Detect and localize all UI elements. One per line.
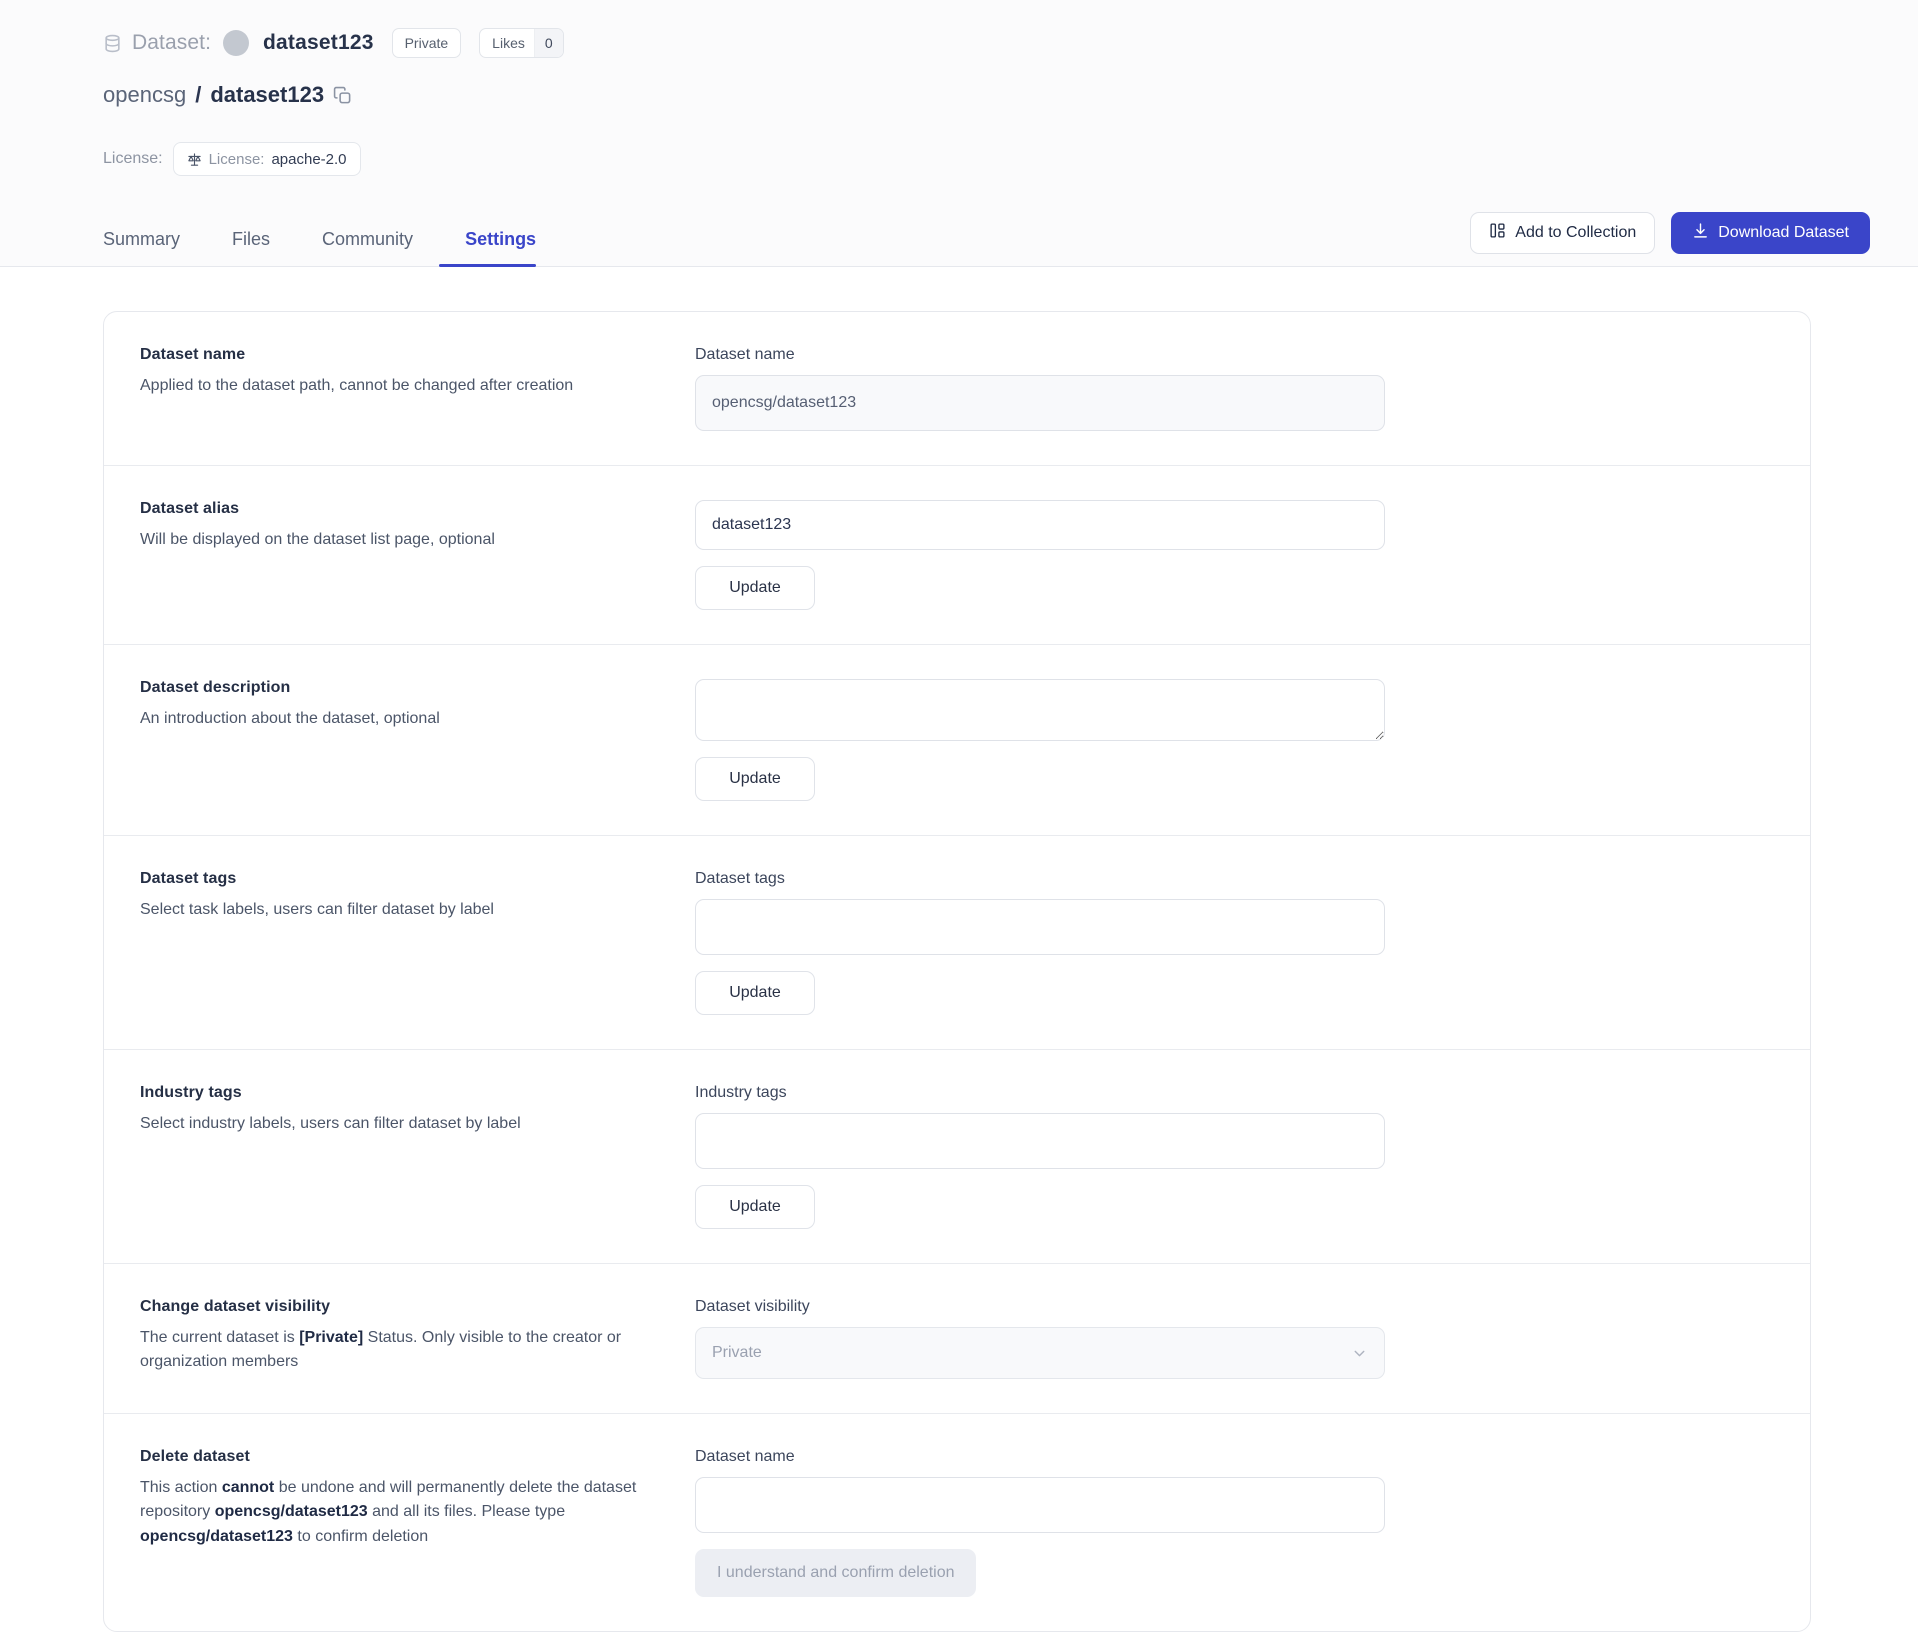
visibility-desc-pre: The current dataset is	[140, 1329, 300, 1346]
license-row: License: License: apache-2.0	[103, 142, 1918, 176]
download-icon	[1692, 222, 1709, 244]
dataset-tags-update-button[interactable]: Update	[695, 971, 815, 1015]
dataset-alias-input[interactable]	[695, 500, 1385, 550]
chevron-down-icon	[1351, 1345, 1368, 1362]
section-dataset-description: Dataset description An introduction abou…	[104, 644, 1810, 835]
section-dataset-visibility: Change dataset visibility The current da…	[104, 1263, 1810, 1413]
visibility-description: The current dataset is [Private] Status.…	[140, 1326, 640, 1375]
delete-heading: Delete dataset	[140, 1448, 250, 1465]
likes-badge[interactable]: Likes 0	[479, 28, 564, 58]
dataset-tags-field-label: Dataset tags	[695, 870, 785, 887]
section-industry-tags: Industry tags Select industry labels, us…	[104, 1049, 1810, 1263]
breadcrumb-owner[interactable]: opencsg	[103, 82, 186, 108]
dataset-description-textarea[interactable]	[695, 679, 1385, 741]
dataset-name-title: dataset123	[263, 31, 374, 54]
license-label: License:	[103, 150, 163, 167]
add-to-collection-label: Add to Collection	[1515, 224, 1637, 241]
download-dataset-label: Download Dataset	[1718, 224, 1849, 241]
delete-description: This action cannot be undone and will pe…	[140, 1476, 640, 1549]
dataset-description-heading: Dataset description	[140, 679, 291, 696]
page-header: Dataset: dataset123 Private Likes 0 open…	[0, 0, 1918, 267]
dataset-kicker-label: Dataset:	[132, 31, 212, 54]
industry-tags-input[interactable]	[695, 1113, 1385, 1169]
visibility-field-label: Dataset visibility	[695, 1298, 810, 1315]
database-icon	[103, 34, 122, 53]
dataset-name-description: Applied to the dataset path, cannot be c…	[140, 377, 574, 394]
breadcrumb-repo[interactable]: dataset123	[210, 82, 324, 108]
dataset-tags-description: Select task labels, users can filter dat…	[140, 901, 494, 918]
industry-tags-update-button[interactable]: Update	[695, 1185, 815, 1229]
dataset-name-field-label: Dataset name	[695, 346, 795, 363]
dataset-alias-update-button[interactable]: Update	[695, 566, 815, 610]
scales-icon	[187, 152, 202, 167]
tab-settings[interactable]: Settings	[439, 229, 562, 267]
likes-label: Likes	[492, 35, 525, 51]
visibility-badge: Private	[391, 28, 462, 58]
section-dataset-alias: Dataset alias Will be displayed on the d…	[104, 465, 1810, 644]
delete-desc-1: This action	[140, 1479, 222, 1496]
dataset-name-input	[695, 375, 1385, 431]
likes-count: 0	[533, 29, 563, 57]
dataset-alias-description: Will be displayed on the dataset list pa…	[140, 531, 495, 548]
collection-icon	[1489, 222, 1506, 244]
dataset-description-update-button[interactable]: Update	[695, 757, 815, 801]
delete-field-label: Dataset name	[695, 1448, 795, 1465]
license-badge-label: License:	[208, 150, 265, 168]
add-to-collection-button[interactable]: Add to Collection	[1470, 212, 1656, 254]
visibility-selected-value: Private	[712, 1344, 762, 1361]
tab-files[interactable]: Files	[206, 229, 296, 266]
industry-tags-description: Select industry labels, users can filter…	[140, 1115, 521, 1132]
delete-desc-3: and all its files. Please type	[367, 1503, 566, 1521]
dataset-description-description: An introduction about the dataset, optio…	[140, 710, 440, 727]
delete-desc-cannot: cannot	[221, 1479, 275, 1496]
dataset-alias-heading: Dataset alias	[140, 500, 240, 517]
visibility-select[interactable]: Private	[695, 1327, 1385, 1379]
copy-icon[interactable]	[333, 86, 352, 105]
section-delete-dataset: Delete dataset This action cannot be und…	[104, 1413, 1810, 1631]
dataset-tags-heading: Dataset tags	[140, 870, 237, 887]
delete-confirm-input[interactable]	[695, 1477, 1385, 1533]
breadcrumb-separator: /	[195, 82, 202, 107]
delete-desc-repo-confirm: opencsg/dataset123	[140, 1527, 293, 1545]
download-dataset-button[interactable]: Download Dataset	[1671, 212, 1870, 254]
dataset-title-row: Dataset: dataset123 Private Likes 0	[103, 26, 1918, 60]
industry-tags-field-label: Industry tags	[695, 1084, 787, 1101]
settings-content: Dataset name Applied to the dataset path…	[0, 267, 1918, 1632]
owner-avatar	[223, 30, 250, 56]
settings-card: Dataset name Applied to the dataset path…	[103, 311, 1811, 1632]
section-dataset-name: Dataset name Applied to the dataset path…	[104, 312, 1810, 465]
dataset-tags-input[interactable]	[695, 899, 1385, 955]
tab-bar: Summary Files Community Settings Add to …	[0, 212, 1918, 267]
dataset-name-heading: Dataset name	[140, 346, 246, 363]
tab-community[interactable]: Community	[296, 229, 439, 266]
license-value: apache-2.0	[271, 150, 347, 168]
section-dataset-tags: Dataset tags Select task labels, users c…	[104, 835, 1810, 1049]
delete-desc-repo: opencsg/dataset123	[214, 1503, 368, 1521]
tab-summary[interactable]: Summary	[103, 229, 206, 266]
license-badge[interactable]: License: apache-2.0	[172, 142, 361, 176]
industry-tags-heading: Industry tags	[140, 1084, 242, 1101]
confirm-delete-button[interactable]: I understand and confirm deletion	[695, 1549, 977, 1597]
delete-desc-4: to confirm deletion	[292, 1527, 429, 1545]
breadcrumb: opencsg / dataset123	[103, 82, 1918, 108]
visibility-heading: Change dataset visibility	[140, 1298, 331, 1315]
visibility-desc-status: [Private]	[299, 1329, 364, 1346]
